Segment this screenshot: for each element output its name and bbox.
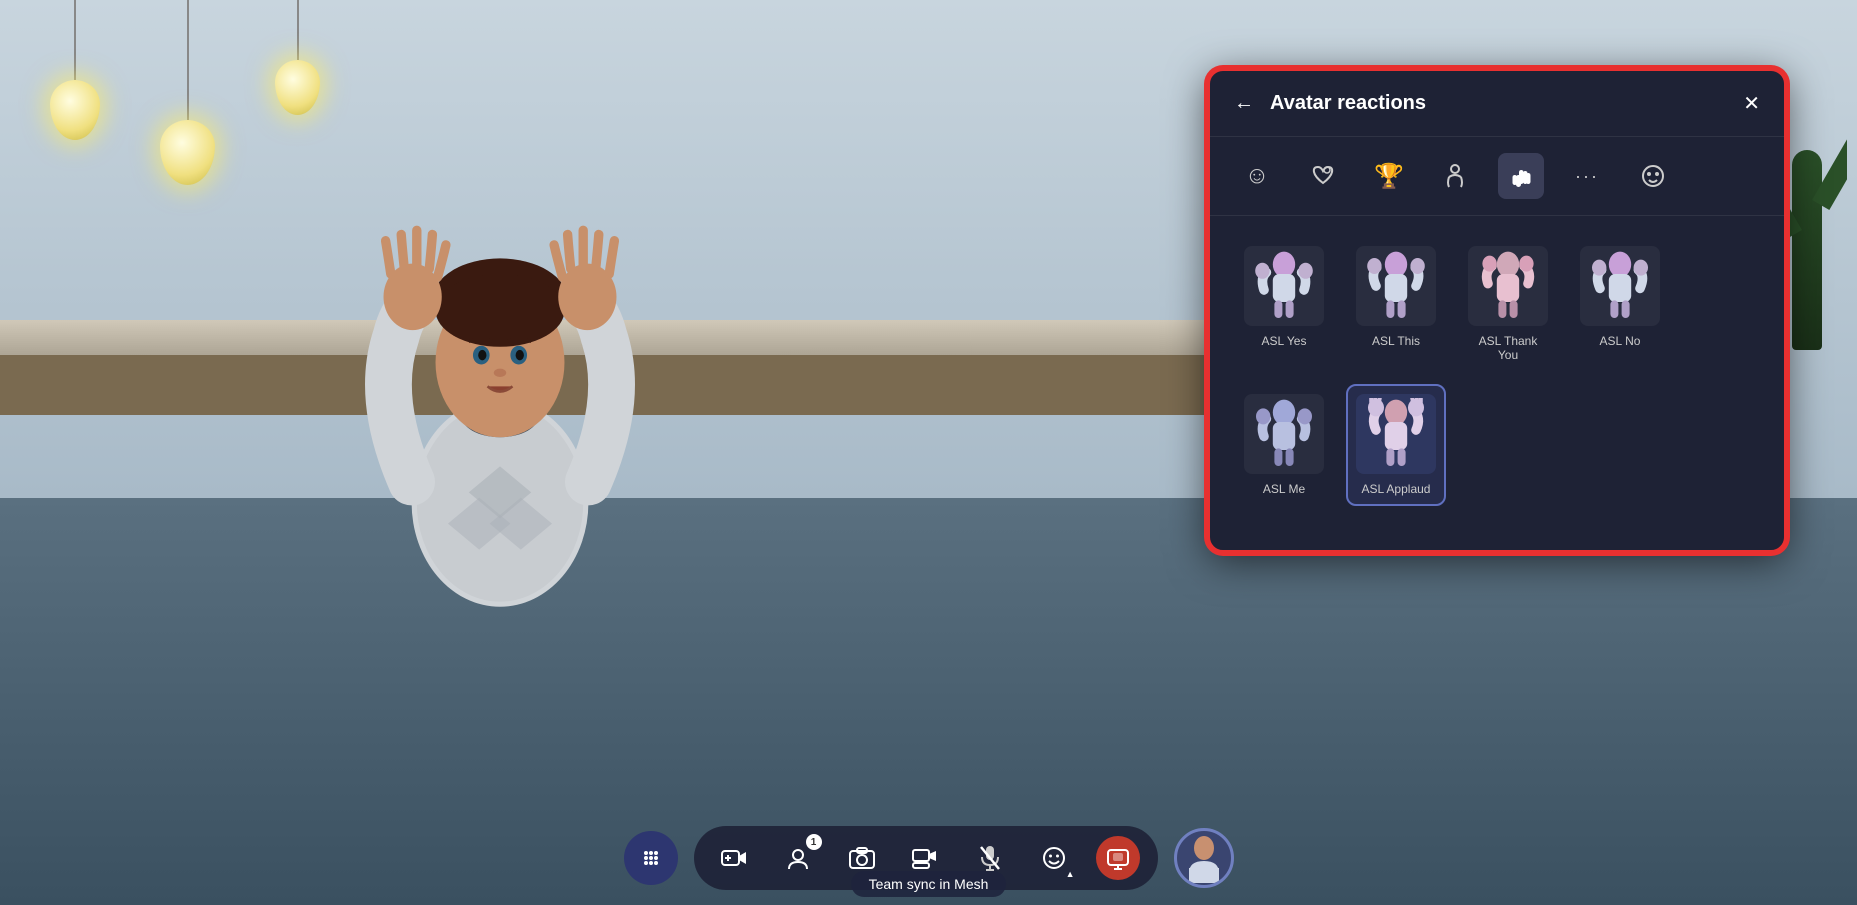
category-hearts[interactable]	[1300, 153, 1346, 199]
reaction-avatar-asl-no	[1580, 246, 1660, 326]
grid-menu-button[interactable]	[624, 831, 678, 885]
light-1	[50, 0, 100, 185]
reaction-asl-no[interactable]: ASL No	[1570, 236, 1670, 372]
panel-title: Avatar reactions	[1270, 92, 1743, 115]
reaction-label-asl-this: ASL This	[1372, 334, 1420, 348]
user-avatar-button[interactable]	[1174, 828, 1234, 888]
reaction-asl-me[interactable]: ASL Me	[1234, 384, 1334, 506]
category-emoji[interactable]: ☺	[1234, 153, 1280, 199]
reaction-label-asl-yes: ASL Yes	[1262, 334, 1307, 348]
category-face[interactable]	[1630, 153, 1676, 199]
reaction-avatar-asl-applaud	[1356, 394, 1436, 474]
avatar-container	[200, 80, 800, 780]
emoji-reactions-button[interactable]: ▲	[1032, 836, 1076, 880]
reaction-asl-applaud[interactable]: ASL Applaud	[1346, 384, 1446, 506]
category-trophy[interactable]: 🏆	[1366, 153, 1412, 199]
reaction-label-asl-no: ASL No	[1600, 334, 1641, 348]
reactions-grid: ASL Yes ASL This	[1210, 216, 1784, 526]
reaction-label-asl-thank-you: ASL Thank You	[1468, 334, 1548, 362]
share-present-button[interactable]	[1096, 836, 1140, 880]
category-tabs: ☺ 🏆 ···	[1210, 137, 1784, 216]
reaction-avatar-asl-yes	[1244, 246, 1324, 326]
reaction-label-asl-applaud: ASL Applaud	[1362, 482, 1431, 496]
emoji-chevron: ▲	[1066, 869, 1075, 879]
category-hand[interactable]	[1498, 153, 1544, 199]
reaction-avatar-asl-thank-you	[1468, 246, 1548, 326]
panel-back-button[interactable]: ←	[1234, 92, 1254, 115]
reaction-label-asl-me: ASL Me	[1263, 482, 1305, 496]
record-button[interactable]	[712, 836, 756, 880]
reaction-asl-yes[interactable]: ASL Yes	[1234, 236, 1334, 372]
avatar-svg	[340, 170, 660, 690]
reaction-asl-this[interactable]: ASL This	[1346, 236, 1446, 372]
reaction-avatar-asl-this	[1356, 246, 1436, 326]
panel-header: ← Avatar reactions ✕	[1210, 71, 1784, 137]
category-more[interactable]: ···	[1564, 153, 1610, 199]
panel-close-button[interactable]: ✕	[1743, 91, 1760, 116]
session-label: Team sync in Mesh	[851, 871, 1007, 897]
people-count-badge: 1	[806, 834, 822, 850]
avatar-reactions-panel: ← Avatar reactions ✕ ☺ 🏆 ···	[1207, 68, 1787, 553]
reaction-asl-thank-you[interactable]: ASL Thank You	[1458, 236, 1558, 372]
people-button[interactable]: 1	[776, 836, 820, 880]
reaction-avatar-asl-me	[1244, 394, 1324, 474]
category-gesture[interactable]	[1432, 153, 1478, 199]
